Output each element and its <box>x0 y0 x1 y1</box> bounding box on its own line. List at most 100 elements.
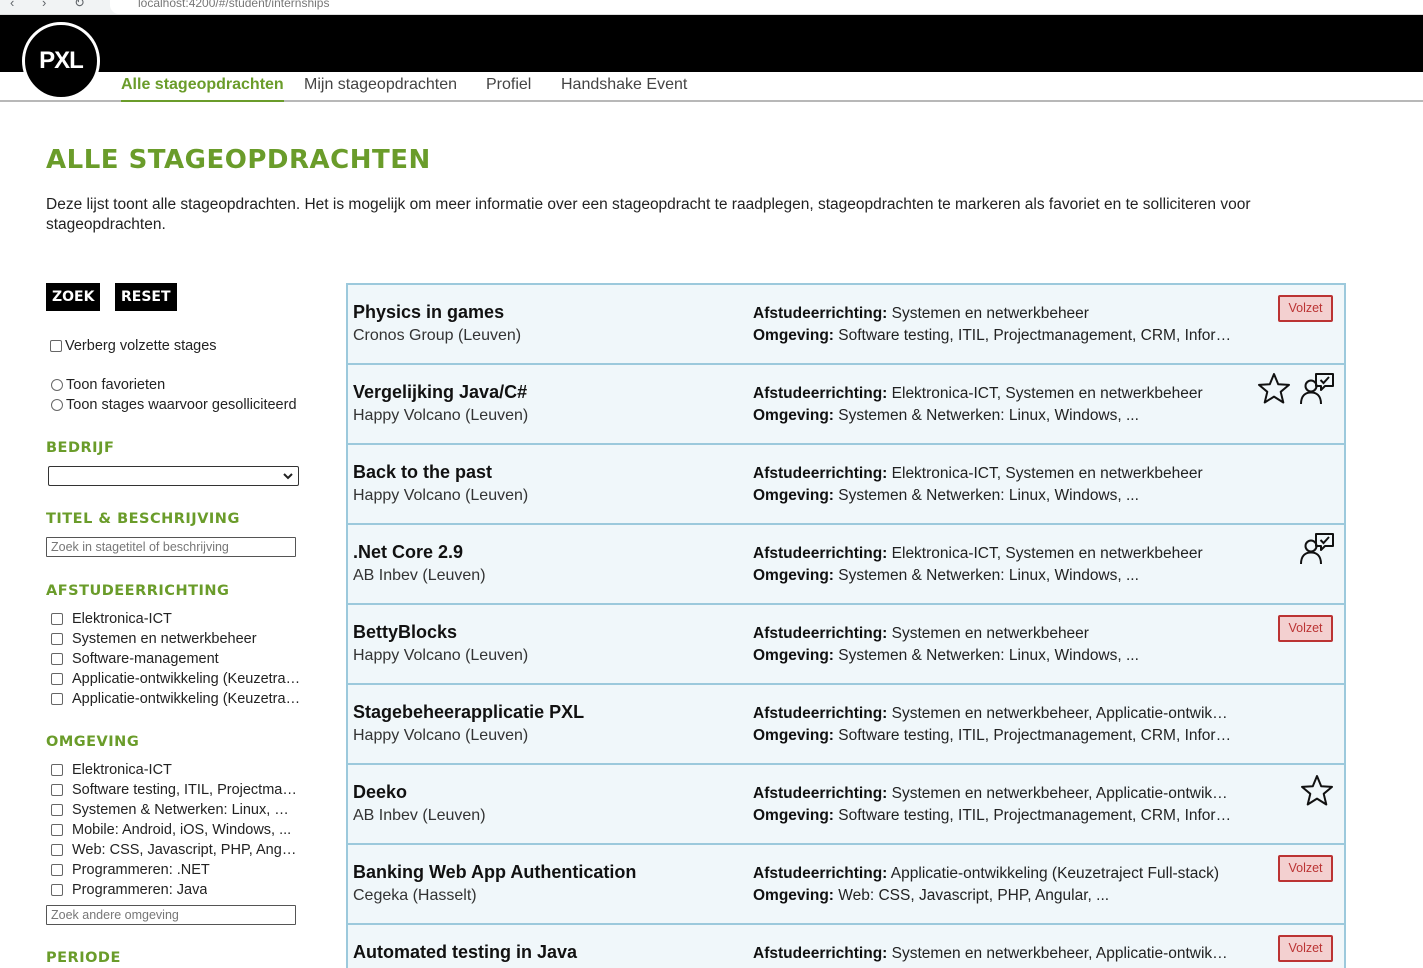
internship-company: Cronos Group (Leuven) <box>353 327 522 344</box>
checkbox[interactable] <box>51 633 63 645</box>
internship-richting: Afstudeerrichting: Elektronica-ICT, Syst… <box>753 465 1233 483</box>
internship-card[interactable]: Deeko AB Inbev (Leuven) Afstudeerrichting:… <box>348 765 1344 843</box>
environment-option[interactable]: Mobile: Android, iOS, Windows, ... <box>51 822 301 838</box>
environment-option[interactable]: Software testing, ITIL, Projectmanagemen… <box>51 782 301 798</box>
tab-handshake-event[interactable]: Handshake Event <box>561 76 687 102</box>
company-select[interactable] <box>48 466 299 486</box>
omgeving-value: Software testing, ITIL, Projectmanagemen… <box>838 327 1233 344</box>
checkbox[interactable] <box>51 613 63 625</box>
apply-icon[interactable] <box>1299 531 1335 567</box>
tab-mijn-stageopdrachten[interactable]: Mijn stageopdrachten <box>304 76 457 102</box>
checkbox[interactable] <box>51 764 63 776</box>
checkbox[interactable] <box>51 653 63 665</box>
environment-search-input[interactable]: Zoek andere omgeving <box>46 905 296 925</box>
show-applied-radio[interactable]: Toon stages waarvoor gesolliciteerd <box>51 397 297 413</box>
internship-company: Happy Volcano (Leuven) <box>353 407 529 424</box>
internship-richting: Afstudeerrichting: Systemen en netwerkbe… <box>753 305 1233 323</box>
richting-label: Afstudeerrichting: <box>753 705 888 722</box>
richting-label: Afstudeerrichting: <box>753 865 888 882</box>
graduation-option[interactable]: Systemen en netwerkbeheer <box>51 631 301 647</box>
internship-company: Happy Volcano (Leuven) <box>353 487 529 504</box>
environment-option[interactable]: Systemen & Netwerken: Linux, Windows, ..… <box>51 802 301 818</box>
hide-full-label: Verberg volzette stages <box>65 338 217 354</box>
graduation-option-label: Applicatie-ontwikkeling (Keuzetraject Fu… <box>72 671 301 687</box>
back-icon[interactable]: ‹ <box>10 0 14 10</box>
environment-option-label: Web: CSS, Javascript, PHP, Angular, ... <box>72 842 301 858</box>
internship-company: AB Inbev (Leuven) <box>353 567 486 584</box>
internship-card[interactable]: BettyBlocks Happy Volcano (Leuven) Afstude… <box>348 605 1344 683</box>
checkbox[interactable] <box>50 340 62 352</box>
radio-button[interactable] <box>51 379 63 391</box>
environment-option[interactable]: Programmeren: Java <box>51 882 301 898</box>
graduation-option[interactable]: Applicatie-ontwikkeling (Keuzetraject Fu… <box>51 671 301 687</box>
richting-label: Afstudeerrichting: <box>753 465 888 482</box>
show-favorites-radio[interactable]: Toon favorieten <box>51 377 165 393</box>
omgeving-value: Systemen & Netwerken: Linux, Windows, ..… <box>838 647 1139 664</box>
graduation-option[interactable]: Elektronica-ICT <box>51 611 301 627</box>
checkbox[interactable] <box>51 844 63 856</box>
radio-button[interactable] <box>51 399 63 411</box>
internship-richting: Afstudeerrichting: Systemen en netwerkbe… <box>753 945 1233 963</box>
internship-omgeving: Omgeving: Software testing, ITIL, Projec… <box>753 327 1233 345</box>
star-icon[interactable] <box>1299 773 1335 809</box>
internship-title[interactable]: Vergelijking Java/C# <box>353 382 527 403</box>
title-desc-search-input[interactable]: Zoek in stagetitel of beschrijving <box>46 537 296 557</box>
internship-card[interactable]: Banking Web App Authentication Cegeka (Ha… <box>348 845 1344 923</box>
environment-option-label: Elektronica-ICT <box>72 762 172 778</box>
internship-title[interactable]: BettyBlocks <box>353 622 457 643</box>
browser-toolbar: ‹ › ↻ localhost:4200/#/student/internshi… <box>0 0 1423 15</box>
page-intro: Deze lijst toont alle stageopdrachten. H… <box>46 196 1251 233</box>
reset-button[interactable]: RESET <box>115 283 177 311</box>
internship-card[interactable]: Back to the past Happy Volcano (Leuven) Af… <box>348 445 1344 523</box>
tab-profiel[interactable]: Profiel <box>486 76 531 102</box>
environment-option[interactable]: Programmeren: .NET <box>51 862 301 878</box>
period-heading: PERIODE <box>46 950 121 966</box>
pxl-logo[interactable]: PXL <box>22 22 100 100</box>
checkbox[interactable] <box>51 673 63 685</box>
environment-option[interactable]: Web: CSS, Javascript, PHP, Angular, ... <box>51 842 301 858</box>
star-icon[interactable] <box>1256 371 1292 407</box>
internship-card[interactable]: Physics in games Cronos Group (Leuven) Afs… <box>348 285 1344 363</box>
search-button[interactable]: ZOEK <box>46 283 101 311</box>
omgeving-label: Omgeving: <box>753 887 834 904</box>
richting-label: Afstudeerrichting: <box>753 305 888 322</box>
checkbox[interactable] <box>51 864 63 876</box>
environment-option-label: Systemen & Netwerken: Linux, Windows, ..… <box>72 802 301 818</box>
address-bar[interactable]: localhost:4200/#/student/internships <box>110 0 1423 14</box>
internship-list: Physics in games Cronos Group (Leuven) Afs… <box>346 283 1346 968</box>
internship-card[interactable]: .Net Core 2.9 AB Inbev (Leuven) Afstudeerr… <box>348 525 1344 603</box>
internship-title[interactable]: Banking Web App Authentication <box>353 862 636 883</box>
internship-title[interactable]: Deeko <box>353 782 407 803</box>
hide-full-checkbox[interactable]: Verberg volzette stages <box>50 338 217 354</box>
apply-icon[interactable] <box>1299 371 1335 407</box>
internship-title[interactable]: .Net Core 2.9 <box>353 542 463 563</box>
internship-card[interactable]: Vergelijking Java/C# Happy Volcano (Leuve… <box>348 365 1344 443</box>
environment-option[interactable]: Elektronica-ICT <box>51 762 301 778</box>
reload-icon[interactable]: ↻ <box>74 0 85 11</box>
internship-richting: Afstudeerrichting: Systemen en netwerkbe… <box>753 625 1233 643</box>
logo-text: PXL <box>39 47 84 74</box>
internship-richting: Afstudeerrichting: Elektronica-ICT, Syst… <box>753 545 1233 563</box>
internship-title[interactable]: Physics in games <box>353 302 504 323</box>
checkbox[interactable] <box>51 804 63 816</box>
checkbox[interactable] <box>51 824 63 836</box>
internship-title[interactable]: Stagebeheerapplicatie PXL <box>353 702 584 723</box>
tab-alle-stageopdrachten[interactable]: Alle stageopdrachten <box>121 76 284 102</box>
forward-icon[interactable]: › <box>42 0 46 10</box>
checkbox[interactable] <box>51 884 63 896</box>
internship-omgeving: Omgeving: Systemen & Netwerken: Linux, W… <box>753 647 1233 665</box>
page-title: ALLE STAGEOPDRACHTEN <box>46 145 431 175</box>
graduation-option[interactable]: Applicatie-ontwikkeling (Keuzetraject Mo… <box>51 691 301 707</box>
internship-company: Happy Volcano (Leuven) <box>353 727 529 744</box>
graduation-option[interactable]: Software-management <box>51 651 301 667</box>
internship-card[interactable]: Automated testing in Java Afstudeerrichti… <box>348 925 1344 968</box>
omgeving-value: Systemen & Netwerken: Linux, Windows, ..… <box>838 407 1139 424</box>
checkbox[interactable] <box>51 784 63 796</box>
environment-option-label: Mobile: Android, iOS, Windows, ... <box>72 822 292 838</box>
graduation-option-label: Software-management <box>72 651 219 667</box>
internship-title[interactable]: Automated testing in Java <box>353 942 577 963</box>
environment-heading: OMGEVING <box>46 734 140 750</box>
internship-title[interactable]: Back to the past <box>353 462 492 483</box>
internship-card[interactable]: Stagebeheerapplicatie PXL Happy Volcano (… <box>348 685 1344 763</box>
checkbox[interactable] <box>51 693 63 705</box>
